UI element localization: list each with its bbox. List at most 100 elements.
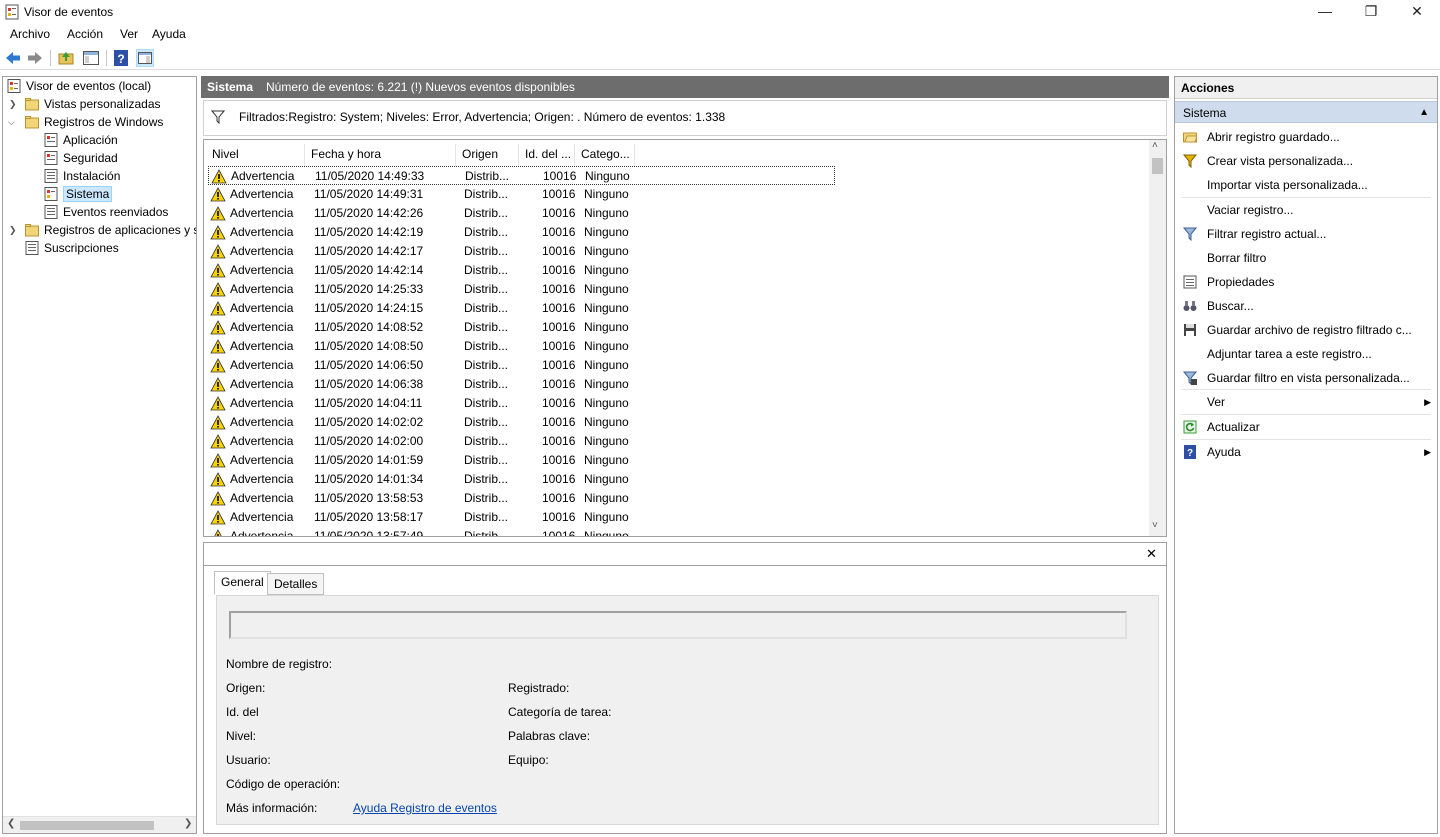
menu-archivo[interactable]: Archivo (10, 27, 50, 41)
event-row[interactable]: Advertencia 11/05/2020 13:57:49 Distrib...… (208, 527, 835, 536)
scroll-left-icon[interactable]: ❮ (7, 818, 15, 829)
close-detail-icon[interactable]: ✕ (1146, 546, 1157, 562)
warning-icon (210, 415, 226, 430)
filter-description: Filtrados:Registro: System; Niveles: Err… (239, 110, 726, 124)
tab-general[interactable]: General (214, 571, 271, 595)
cell-categoria: Ninguno (584, 415, 629, 429)
scroll-up-icon[interactable]: ˄ (1152, 140, 1158, 151)
action-guardar-filtro-en-vista-personalizada[interactable]: Guardar filtro en vista personalizada... (1175, 366, 1437, 390)
grid-vertical-scrollbar[interactable]: ˄ ˅ (1149, 140, 1166, 536)
collapse-up-icon[interactable]: ▲ (1419, 102, 1429, 124)
action-ayuda[interactable]: ? Ayuda ▶ (1175, 440, 1437, 464)
action-filtrar-registro-actual[interactable]: Filtrar registro actual... (1175, 222, 1437, 246)
tree-label: Registros de aplicaciones y s (44, 223, 197, 237)
column-header-nivel[interactable]: Nivel (206, 144, 305, 166)
cell-nivel: Advertencia (230, 263, 294, 277)
event-row[interactable]: Advertencia 11/05/2020 14:01:59 Distrib...… (208, 451, 835, 470)
action-crear-vista-personalizada[interactable]: Crear vista personalizada... (1175, 149, 1437, 173)
event-row[interactable]: Advertencia 11/05/2020 14:42:26 Distrib...… (208, 204, 835, 223)
cell-categoria: Ninguno (584, 206, 629, 220)
action-actualizar[interactable]: Actualizar (1175, 415, 1437, 439)
action-importar-vista-personalizada[interactable]: Importar vista personalizada... (1175, 173, 1437, 197)
event-row[interactable]: Advertencia 11/05/2020 14:49:33 Distrib...… (208, 166, 835, 185)
help-icon[interactable]: ? (112, 49, 130, 67)
cell-fecha: 11/05/2020 14:25:33 (314, 282, 424, 296)
event-row[interactable]: Advertencia 11/05/2020 14:08:50 Distrib...… (208, 337, 835, 356)
folder-icon (25, 116, 39, 129)
column-header-categoria[interactable]: Catego... (575, 144, 635, 166)
column-header-id[interactable]: Id. del ... (519, 144, 575, 166)
menu-ver[interactable]: Ver (120, 27, 138, 41)
tree-item-eventos-reenviados[interactable]: Eventos reenviados (44, 203, 168, 221)
event-count: Número de eventos: 6.221 (!) Nuevos even… (266, 80, 575, 94)
tree-horizontal-scrollbar[interactable]: ❮ ❯ (3, 816, 196, 833)
column-header-fecha[interactable]: Fecha y hora (305, 144, 456, 166)
back-arrow-icon[interactable] (4, 49, 22, 67)
tree-item-registros-aplicaciones[interactable]: Registros de aplicaciones y s (25, 221, 197, 239)
action-borrar-filtro[interactable]: Borrar filtro (1175, 246, 1437, 270)
expand-chevron-icon[interactable]: ❯ (9, 221, 19, 239)
cell-fecha: 11/05/2020 14:06:50 (314, 358, 424, 372)
tab-detalles[interactable]: Detalles (267, 573, 325, 595)
scroll-thumb[interactable] (1152, 158, 1163, 174)
tree-label: Aplicación (63, 133, 118, 147)
event-row[interactable]: Advertencia 11/05/2020 14:08:52 Distrib...… (208, 318, 835, 337)
collapse-chevron-icon[interactable]: ⌵ (8, 113, 18, 131)
show-hide-actions-icon[interactable] (136, 49, 154, 67)
minimize-button[interactable]: — (1302, 0, 1348, 24)
action-guardar-archivo-de-registro-filtrado-c[interactable]: Guardar archivo de registro filtrado c..… (1175, 318, 1437, 342)
tree-item-registros-windows[interactable]: Registros de Windows (25, 113, 163, 131)
event-row[interactable]: Advertencia 11/05/2020 13:58:53 Distrib...… (208, 489, 835, 508)
tree-item-aplicacion[interactable]: Aplicación (44, 131, 118, 149)
help-link[interactable]: Ayuda Registro de eventos (353, 801, 497, 815)
event-row[interactable]: Advertencia 11/05/2020 14:06:50 Distrib...… (208, 356, 835, 375)
scroll-right-icon[interactable]: ❯ (184, 818, 192, 829)
cell-fecha: 11/05/2020 14:42:19 (314, 225, 424, 239)
event-row[interactable]: Advertencia 11/05/2020 14:25:33 Distrib...… (208, 280, 835, 299)
actions-section-sistema[interactable]: Sistema ▲ (1175, 101, 1437, 123)
action-ver[interactable]: Ver ▶ (1175, 390, 1437, 414)
menu-ayuda[interactable]: Ayuda (152, 27, 186, 41)
event-row[interactable]: Advertencia 11/05/2020 14:02:02 Distrib...… (208, 413, 835, 432)
event-row[interactable]: Advertencia 11/05/2020 14:04:11 Distrib...… (208, 394, 835, 413)
event-row[interactable]: Advertencia 11/05/2020 13:58:17 Distrib...… (208, 508, 835, 527)
event-row[interactable]: Advertencia 11/05/2020 14:06:38 Distrib...… (208, 375, 835, 394)
close-button[interactable]: ✕ (1394, 0, 1440, 24)
column-header-origen[interactable]: Origen (456, 144, 519, 166)
event-row[interactable]: Advertencia 11/05/2020 14:42:14 Distrib...… (208, 261, 835, 280)
action-buscar[interactable]: Buscar... (1175, 294, 1437, 318)
action-label: Abrir registro guardado... (1207, 130, 1340, 144)
event-row[interactable]: Advertencia 11/05/2020 14:42:17 Distrib...… (208, 242, 835, 261)
expand-chevron-icon[interactable]: ❯ (9, 95, 19, 113)
action-propiedades[interactable]: Propiedades (1175, 270, 1437, 294)
action-adjuntar-tarea-a-este-registro[interactable]: Adjuntar tarea a este registro... (1175, 342, 1437, 366)
action-vaciar-registro[interactable]: Vaciar registro... (1175, 198, 1437, 222)
tree-item-root[interactable]: Visor de eventos (local) (7, 77, 151, 95)
restore-button[interactable]: ❐ (1348, 0, 1394, 24)
event-row[interactable]: Advertencia 11/05/2020 14:42:19 Distrib...… (208, 223, 835, 242)
tree-item-seguridad[interactable]: Seguridad (44, 149, 118, 167)
tree-item-suscripciones[interactable]: Suscripciones (25, 239, 119, 257)
folder-up-icon[interactable] (57, 49, 75, 67)
show-hide-tree-icon[interactable] (82, 49, 100, 67)
event-detail-pane: ✕ General Detalles Nombre de registro: O… (203, 542, 1167, 834)
event-row[interactable]: Advertencia 11/05/2020 14:49:31 Distrib...… (208, 185, 835, 204)
cell-fecha: 11/05/2020 14:04:11 (314, 396, 423, 410)
event-row[interactable]: Advertencia 11/05/2020 14:02:00 Distrib...… (208, 432, 835, 451)
cell-fecha: 11/05/2020 14:49:31 (314, 187, 424, 201)
tree-item-instalacion[interactable]: Instalación (44, 167, 120, 185)
event-description-box[interactable] (229, 611, 1127, 639)
action-abrir-registro-guardado[interactable]: Abrir registro guardado... (1175, 125, 1437, 149)
filter-bar: Filtrados:Registro: System; Niveles: Err… (203, 100, 1167, 136)
event-row[interactable]: Advertencia 11/05/2020 14:01:34 Distrib...… (208, 470, 835, 489)
tree-item-vistas-personalizadas[interactable]: Vistas personalizadas (25, 95, 161, 113)
cell-fecha: 11/05/2020 14:02:00 (314, 434, 424, 448)
menu-accion[interactable]: Acción (67, 27, 103, 41)
action-label: Propiedades (1207, 275, 1275, 289)
forward-arrow-icon[interactable] (26, 49, 44, 67)
action-label: Importar vista personalizada... (1207, 178, 1368, 192)
scroll-down-icon[interactable]: ˅ (1152, 520, 1158, 531)
tree-item-sistema[interactable]: Sistema (44, 185, 113, 203)
event-row[interactable]: Advertencia 11/05/2020 14:24:15 Distrib...… (208, 299, 835, 318)
scroll-thumb[interactable] (20, 821, 154, 830)
